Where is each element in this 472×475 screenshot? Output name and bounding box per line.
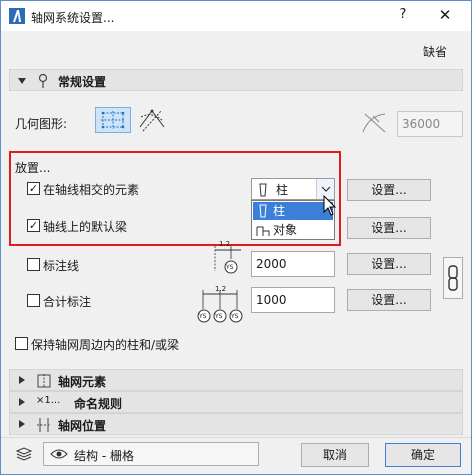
total-checkbox[interactable] [27, 294, 40, 307]
eye-icon [50, 449, 68, 459]
dimension-preview: 1.2 YS [211, 240, 247, 279]
arc-angle-icon [362, 113, 386, 133]
title-bar: 轴网系统设置... ? ✕ [1, 1, 471, 31]
geometry-label: 几何图形: [15, 117, 68, 131]
rectangular-grid-icon [101, 111, 125, 129]
naming-header[interactable]: ×1... 命名规则 [9, 391, 463, 413]
dimension-value-field[interactable]: 2000 [251, 251, 335, 277]
total-mini-value: 1.2 [215, 285, 227, 293]
dimension-settings-button[interactable]: 设置... [347, 253, 431, 275]
column-icon [259, 183, 267, 197]
grid-position-header[interactable]: 轴网位置 [9, 413, 463, 435]
grid-elements-title: 轴网元素 [58, 375, 107, 389]
cancel-button[interactable]: 取消 [301, 443, 369, 467]
total-mini-badge: YS [231, 313, 239, 320]
collapse-triangle-icon [18, 78, 26, 84]
intersect-settings-button[interactable]: 设置... [347, 179, 431, 201]
dimension-mini-badge: YS [226, 264, 234, 271]
dropdown-option-object[interactable]: 对象 [253, 221, 333, 239]
grid-elements-header[interactable]: 轴网元素 [9, 369, 463, 391]
naming-prefix-icon: ×1... [36, 395, 61, 406]
object-icon [256, 226, 270, 236]
keep-boundary-checkbox[interactable] [15, 337, 28, 350]
keep-boundary-label: 保持轴网周边内的柱和/或梁 [31, 338, 180, 352]
beam-checkbox[interactable]: ✓ [27, 219, 40, 232]
dimension-checkbox[interactable] [27, 258, 40, 271]
radial-grid-icon[interactable] [137, 107, 167, 133]
total-preview: 1.2 YS YS YS [195, 285, 247, 325]
grid-position-icon [37, 418, 51, 432]
total-mini-badge: YS [215, 313, 223, 320]
total-value-field[interactable]: 1000 [251, 287, 335, 313]
ok-button[interactable]: 确定 [385, 443, 461, 467]
rectangular-grid-button[interactable] [95, 107, 131, 133]
column-icon [259, 204, 267, 218]
grid-element-icon [37, 374, 51, 388]
beam-label: 轴线上的默认梁 [43, 220, 128, 234]
default-button[interactable]: 缺省 [423, 43, 447, 60]
close-button[interactable]: ✕ [433, 6, 457, 26]
dropdown-option-label: 对象 [273, 223, 298, 237]
geometry-value-field[interactable]: 36000 [397, 111, 463, 137]
archicad-logo-icon [9, 8, 25, 24]
dropdown-option-label: 柱 [273, 204, 286, 218]
dimension-label: 标注线 [43, 259, 80, 273]
dropdown-value: 柱 [276, 183, 289, 197]
beam-settings-button[interactable]: 设置... [347, 217, 431, 239]
pin-icon [38, 73, 48, 88]
intersect-checkbox[interactable]: ✓ [27, 182, 40, 195]
intersect-label: 在轴线相交的元素 [43, 183, 140, 197]
general-settings-title: 常规设置 [58, 75, 107, 89]
chain-link-icon [448, 265, 458, 291]
total-settings-button[interactable]: 设置... [347, 289, 431, 311]
placement-heading: 放置... [15, 161, 51, 175]
layer-name: 结构 - 栅格 [74, 449, 134, 463]
footer-separator [1, 437, 471, 438]
total-mini-badge: YS [199, 313, 207, 320]
expand-triangle-icon [19, 376, 25, 384]
grid-position-title: 轴网位置 [58, 419, 107, 433]
naming-title: 命名规则 [74, 397, 123, 411]
expand-triangle-icon [19, 420, 25, 428]
dropdown-option-column[interactable]: 柱 [253, 202, 333, 220]
dimension-mini-value: 1.2 [219, 240, 231, 248]
mouse-cursor-icon [323, 195, 337, 216]
window-title: 轴网系统设置... [31, 11, 115, 25]
link-toggle-button[interactable] [443, 257, 463, 299]
total-label: 合计标注 [43, 295, 92, 309]
general-settings-header[interactable]: 常规设置 [9, 69, 463, 91]
layer-selector[interactable]: 结构 - 栅格 [43, 442, 259, 466]
expand-triangle-icon [19, 398, 25, 406]
dialog-window: 轴网系统设置... ? ✕ 缺省 常规设置 几何图形: 36000 放置... … [0, 0, 472, 475]
layer-stack-icon [15, 447, 33, 461]
help-button[interactable]: ? [393, 7, 413, 25]
